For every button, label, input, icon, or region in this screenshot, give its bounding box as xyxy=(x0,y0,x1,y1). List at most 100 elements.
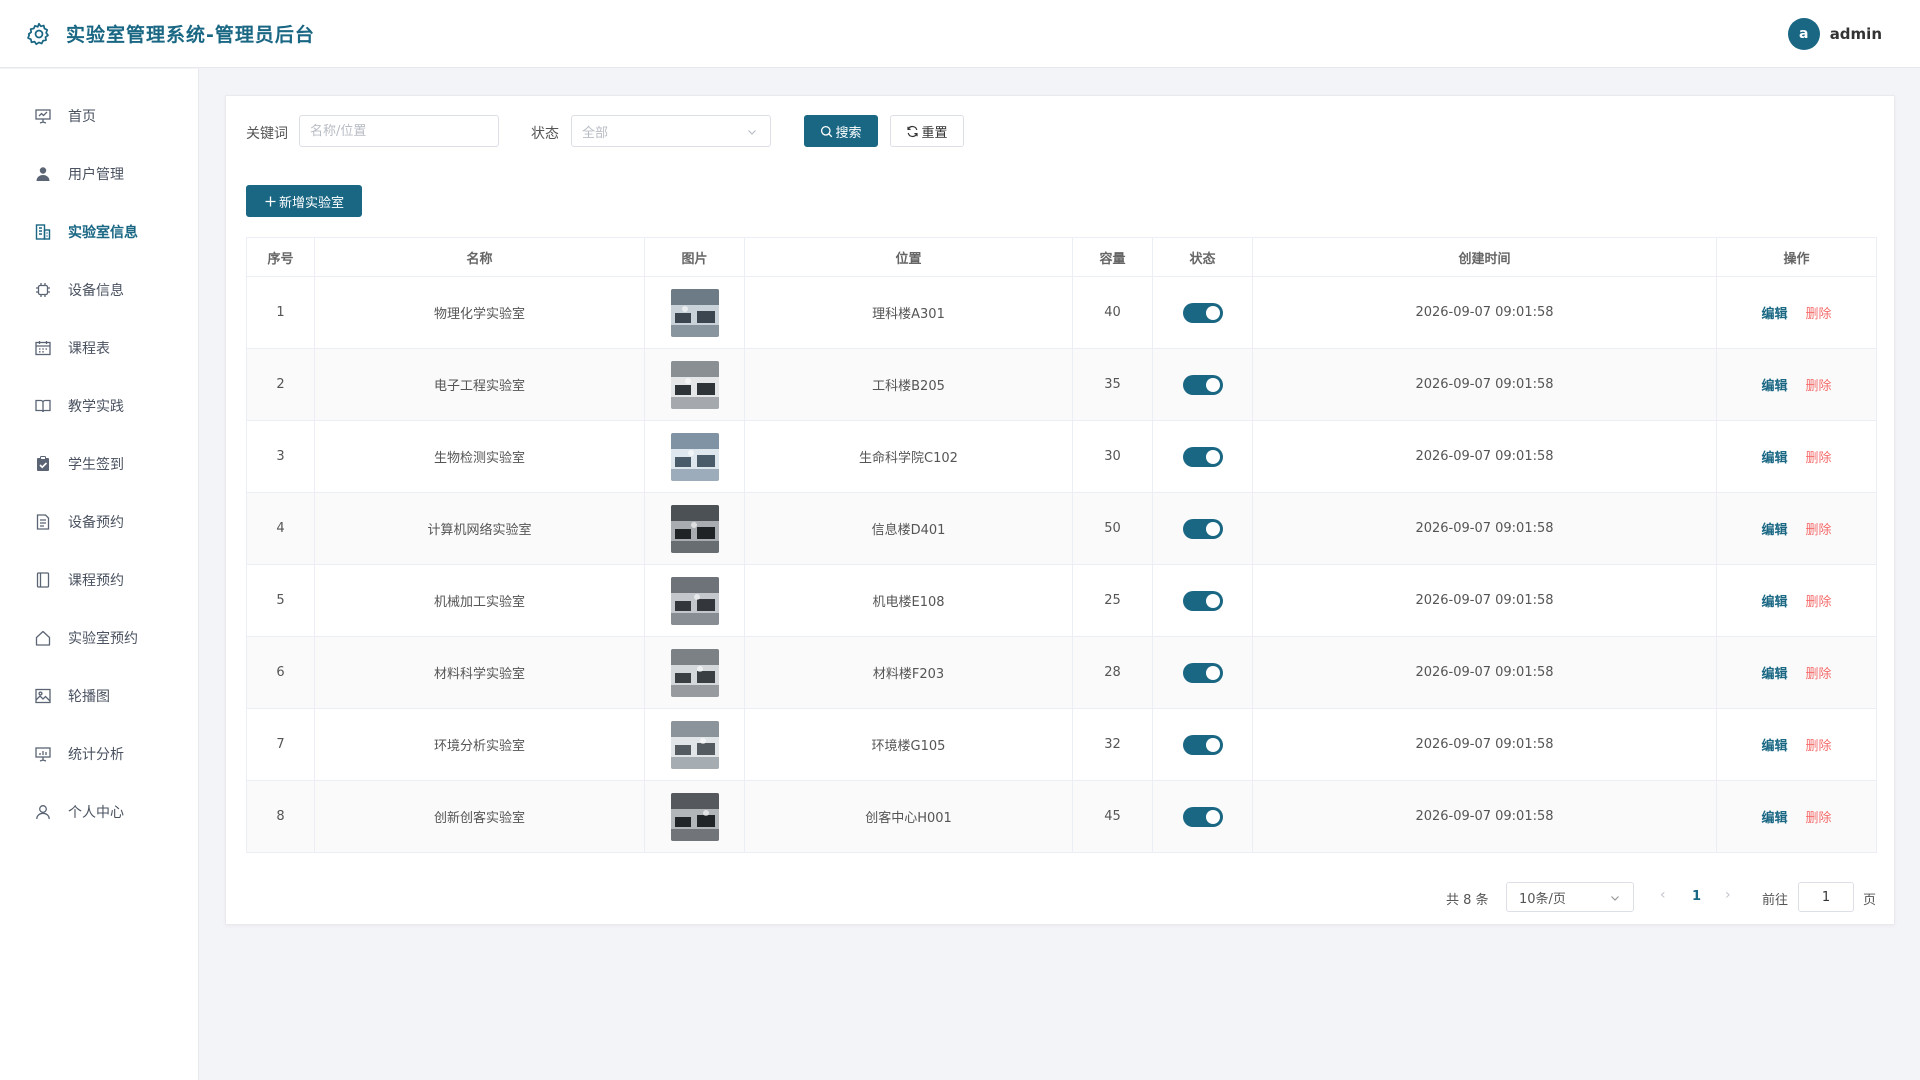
cell-image xyxy=(644,348,745,421)
delete-button[interactable]: 删除 xyxy=(1806,451,1832,466)
sidebar-item-home[interactable]: 首页 xyxy=(0,87,198,145)
cell-index: 2 xyxy=(246,348,315,421)
page-size-select[interactable]: 10条/页 xyxy=(1506,882,1634,912)
sidebar-item-lab-info[interactable]: 实验室信息 xyxy=(0,203,198,261)
lab-thumbnail[interactable] xyxy=(670,720,719,769)
cell-created: 2026-09-07 09:01:58 xyxy=(1252,564,1717,637)
edit-button[interactable]: 编辑 xyxy=(1761,739,1787,754)
sidebar-item-label: 设备信息 xyxy=(68,283,124,299)
toggle-knob xyxy=(1205,377,1220,392)
delete-button[interactable]: 删除 xyxy=(1806,379,1832,394)
table-row: 4 计算机网络实验室 信息楼D401 50 2026-09-07 09:01:58 编辑 删… xyxy=(246,492,1877,565)
column-header: 序号 xyxy=(246,237,315,277)
app-title: 实验室管理系统-管理员后台 xyxy=(66,24,315,46)
column-header: 创建时间 xyxy=(1252,237,1717,277)
status-toggle[interactable] xyxy=(1182,518,1223,539)
status-toggle[interactable] xyxy=(1182,446,1223,467)
status-toggle[interactable] xyxy=(1182,806,1223,827)
toggle-knob xyxy=(1205,665,1220,680)
edit-button[interactable]: 编辑 xyxy=(1761,379,1787,394)
cell-name: 机械加工实验室 xyxy=(314,564,645,637)
avatar[interactable]: a xyxy=(1787,18,1820,50)
sidebar-item-course-booking[interactable]: 课程预约 xyxy=(0,551,198,609)
cell-status xyxy=(1152,420,1253,493)
sidebar-item-carousel[interactable]: 轮播图 xyxy=(0,667,198,725)
edit-button[interactable]: 编辑 xyxy=(1761,811,1787,826)
sidebar-item-student-checkin[interactable]: 学生签到 xyxy=(0,435,198,493)
page-number-current[interactable]: 1 xyxy=(1692,889,1701,904)
sidebar-item-profile[interactable]: 个人中心 xyxy=(0,783,198,841)
sidebar-item-users[interactable]: 用户管理 xyxy=(0,145,198,203)
add-lab-button[interactable]: 新增实验室 xyxy=(246,185,362,217)
delete-button[interactable]: 删除 xyxy=(1806,811,1832,826)
sidebar-item-statistics[interactable]: 统计分析 xyxy=(0,725,198,783)
lab-thumbnail[interactable] xyxy=(670,792,719,841)
sidebar-item-label: 个人中心 xyxy=(68,805,124,821)
cell-index: 3 xyxy=(246,420,315,493)
goto-page-input[interactable] xyxy=(1798,882,1854,912)
user-menu[interactable]: a admin xyxy=(1787,18,1882,50)
sidebar-item-schedule[interactable]: 课程表 xyxy=(0,319,198,377)
delete-button[interactable]: 删除 xyxy=(1806,523,1832,538)
edit-button[interactable]: 编辑 xyxy=(1761,307,1787,322)
edit-button[interactable]: 编辑 xyxy=(1761,451,1787,466)
cell-actions: 编辑 删除 xyxy=(1716,348,1877,421)
edit-button[interactable]: 编辑 xyxy=(1761,523,1787,538)
cell-name: 电子工程实验室 xyxy=(314,348,645,421)
cell-name: 环境分析实验室 xyxy=(314,708,645,781)
sidebar-item-equipment[interactable]: 设备信息 xyxy=(0,261,198,319)
status-toggle[interactable] xyxy=(1182,734,1223,755)
sidebar-item-lab-booking[interactable]: 实验室预约 xyxy=(0,609,198,667)
lab-thumbnail[interactable] xyxy=(670,360,719,409)
book-open-icon xyxy=(34,397,52,415)
cell-capacity: 50 xyxy=(1072,492,1153,565)
delete-button[interactable]: 删除 xyxy=(1806,667,1832,682)
edit-button[interactable]: 编辑 xyxy=(1761,595,1787,610)
delete-button[interactable]: 删除 xyxy=(1806,739,1832,754)
status-select[interactable]: 全部 xyxy=(571,115,771,147)
status-select-value: 全部 xyxy=(582,125,609,141)
sidebar-item-equipment-booking[interactable]: 设备预约 xyxy=(0,493,198,551)
search-button-label: 搜索 xyxy=(835,125,862,141)
chart-board-icon xyxy=(34,745,52,763)
cell-image xyxy=(644,276,745,349)
cell-created: 2026-09-07 09:01:58 xyxy=(1252,492,1717,565)
table-row: 7 环境分析实验室 环境楼G105 32 2026-09-07 09:01:58 编辑 删除 xyxy=(246,708,1877,781)
search-icon xyxy=(820,125,833,138)
cell-actions: 编辑 删除 xyxy=(1716,276,1877,349)
cell-location: 信息楼D401 xyxy=(744,492,1073,565)
keyword-input[interactable] xyxy=(299,115,499,147)
prev-page-icon[interactable]: ‹ xyxy=(1660,887,1666,903)
cell-status xyxy=(1152,780,1253,853)
delete-button[interactable]: 删除 xyxy=(1806,595,1832,610)
reset-button[interactable]: 重置 xyxy=(890,115,964,147)
cell-image xyxy=(644,708,745,781)
delete-button[interactable]: 删除 xyxy=(1806,307,1832,322)
status-toggle[interactable] xyxy=(1182,302,1223,323)
lab-thumbnail[interactable] xyxy=(670,576,719,625)
lab-thumbnail[interactable] xyxy=(670,288,719,337)
sidebar-item-teaching-practice[interactable]: 教学实践 xyxy=(0,377,198,435)
status-toggle[interactable] xyxy=(1182,374,1223,395)
username[interactable]: admin xyxy=(1830,25,1882,43)
search-button[interactable]: 搜索 xyxy=(804,115,878,147)
cell-location: 材料楼F203 xyxy=(744,636,1073,709)
status-toggle[interactable] xyxy=(1182,590,1223,611)
lab-thumbnail[interactable] xyxy=(670,504,719,553)
sidebar-item-label: 教学实践 xyxy=(68,399,124,415)
table-row: 5 机械加工实验室 机电楼E108 25 2026-09-07 09:01:58 编辑 删除 xyxy=(246,564,1877,637)
lab-thumbnail[interactable] xyxy=(670,432,719,481)
edit-button[interactable]: 编辑 xyxy=(1761,667,1787,682)
toggle-knob xyxy=(1205,305,1220,320)
table-header-row: 序号 名称 图片 位置 容量 状态 创建时间 操作 xyxy=(246,237,1877,277)
status-toggle[interactable] xyxy=(1182,662,1223,683)
lab-thumbnail[interactable] xyxy=(670,648,719,697)
cell-created: 2026-09-07 09:01:58 xyxy=(1252,348,1717,421)
presentation-icon xyxy=(34,107,52,125)
cell-created: 2026-09-07 09:01:58 xyxy=(1252,276,1717,349)
cell-index: 4 xyxy=(246,492,315,565)
cell-location: 理科楼A301 xyxy=(744,276,1073,349)
cell-actions: 编辑 删除 xyxy=(1716,420,1877,493)
next-page-icon[interactable]: › xyxy=(1725,887,1731,903)
document-icon xyxy=(34,513,52,531)
